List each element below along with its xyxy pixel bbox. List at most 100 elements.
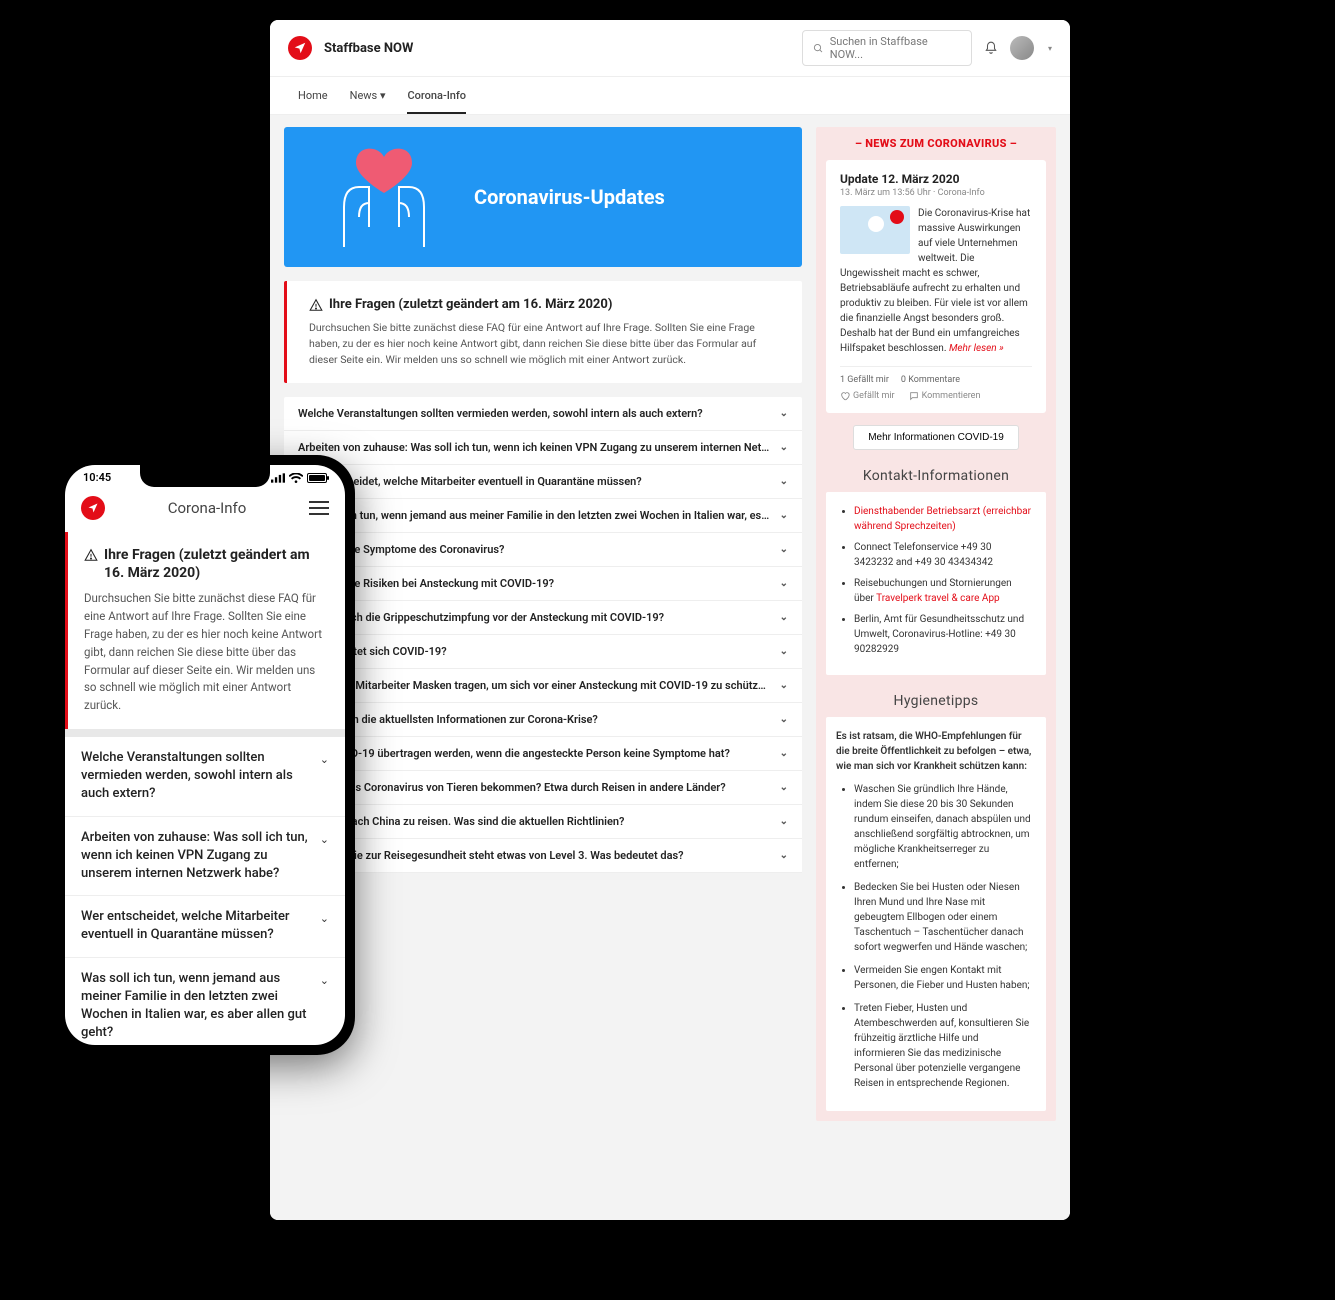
chevron-down-icon: ⌄ bbox=[780, 748, 788, 759]
heart-icon bbox=[840, 391, 850, 401]
app-logo-icon bbox=[288, 36, 312, 60]
chevron-down-icon: ⌄ bbox=[780, 782, 788, 793]
chevron-down-icon: ⌄ bbox=[780, 714, 788, 725]
search-input[interactable]: Suchen in Staffbase NOW... bbox=[802, 30, 972, 66]
hygiene-intro: Es ist ratsam, die WHO-Empfehlungen für … bbox=[836, 729, 1032, 774]
like-button[interactable]: Gefällt mir bbox=[840, 391, 895, 401]
hygiene-heading: Hygienetipps bbox=[826, 693, 1046, 709]
hygiene-tip: Treten Fieber, Husten und Atembeschwerde… bbox=[854, 1001, 1032, 1091]
signal-icon bbox=[271, 473, 285, 483]
nav-corona-info[interactable]: Corona-Info bbox=[407, 77, 466, 114]
chevron-down-icon: ⌄ bbox=[780, 476, 788, 487]
phone-divider bbox=[65, 729, 345, 737]
phone-faq-list: Welche Veranstaltungen sollten vermieden… bbox=[65, 737, 345, 1045]
phone-faq-intro: Ihre Fragen (zuletzt geändert am 16. Mär… bbox=[65, 532, 345, 729]
warning-icon bbox=[309, 298, 323, 312]
faq-list: Welche Veranstaltungen sollten vermieden… bbox=[284, 397, 802, 873]
faq-row[interactable]: Welche Veranstaltungen sollten vermieden… bbox=[284, 397, 802, 431]
chevron-down-icon: ⌄ bbox=[780, 680, 788, 691]
phone-notch bbox=[140, 465, 270, 487]
contact-link[interactable]: Travelperk travel & care App bbox=[876, 593, 1000, 604]
chevron-down-icon: ⌄ bbox=[780, 578, 788, 589]
faq-row[interactable]: Arbeiten von zuhause: Was soll ich tun, … bbox=[284, 431, 802, 465]
comment-icon bbox=[909, 391, 919, 401]
news-update-title: Update 12. März 2020 bbox=[840, 172, 1032, 186]
nav-news[interactable]: News ▾ bbox=[350, 77, 386, 114]
faq-row[interactable]: Kann COVID-19 übertragen werden, wenn di… bbox=[284, 737, 802, 771]
phone-faq-question-text: Was soll ich tun, wenn jemand aus meiner… bbox=[81, 970, 310, 1043]
chevron-down-icon: ⌄ bbox=[780, 850, 788, 861]
bell-icon[interactable] bbox=[984, 41, 998, 55]
phone-logo-icon[interactable] bbox=[81, 496, 105, 520]
phone-faq-intro-body: Durchsuchen Sie bitte zunächst diese FAQ… bbox=[84, 590, 329, 715]
faq-row[interactable]: Was soll ich tun, wenn jemand aus meiner… bbox=[284, 499, 802, 533]
phone-header: Corona-Info bbox=[65, 484, 345, 528]
phone-faq-row[interactable]: Wer entscheidet, welche Mitarbeiter even… bbox=[65, 896, 345, 957]
faq-row[interactable]: Was sind die Symptome des Coronavirus?⌄ bbox=[284, 533, 802, 567]
more-info-button[interactable]: Mehr Informationen COVID-19 bbox=[853, 425, 1019, 450]
faq-question-text: Die Warnlinie zur Reisegesundheit steht … bbox=[298, 849, 684, 862]
news-update-card: Update 12. März 2020 13. März um 13:56 U… bbox=[826, 160, 1046, 413]
contact-item: Connect Telefonservice +49 30 3423232 an… bbox=[854, 540, 1032, 570]
phone-faq-row[interactable]: Was soll ich tun, wenn jemand aus meiner… bbox=[65, 958, 345, 1045]
news-likes-count: 1 Gefällt mir bbox=[840, 375, 889, 385]
contact-section: Kontakt-Informationen Diensthabender Bet… bbox=[826, 468, 1046, 675]
avatar[interactable] bbox=[1010, 36, 1034, 60]
phone-frame: 10:45 Corona-Info Ihre Fragen (zuletzt g… bbox=[55, 455, 355, 1055]
warning-icon bbox=[84, 548, 98, 562]
phone-screen: 10:45 Corona-Info Ihre Fragen (zuletzt g… bbox=[65, 465, 345, 1045]
chevron-down-icon: ⌄ bbox=[320, 973, 329, 988]
main-nav: Home News ▾ Corona-Info bbox=[270, 77, 1070, 115]
hygiene-section: Hygienetipps Es ist ratsam, die WHO-Empf… bbox=[826, 693, 1046, 1111]
faq-question-text: Was soll ich tun, wenn jemand aus meiner… bbox=[298, 509, 772, 522]
news-update-meta: 13. März um 13:56 Uhr · Corona-Info bbox=[840, 188, 1032, 198]
wifi-icon bbox=[289, 473, 303, 483]
hygiene-tip: Waschen Sie gründlich Ihre Hände, indem … bbox=[854, 782, 1032, 872]
faq-question-text: Kann COVID-19 übertragen werden, wenn di… bbox=[298, 747, 730, 760]
faq-row[interactable]: Wer entscheidet, welche Mitarbeiter even… bbox=[284, 465, 802, 499]
chevron-down-icon: ⌄ bbox=[780, 646, 788, 657]
phone-faq-intro-title: Ihre Fragen (zuletzt geändert am 16. Mär… bbox=[104, 546, 329, 582]
chevron-down-icon: ⌄ bbox=[780, 544, 788, 555]
search-placeholder: Suchen in Staffbase NOW... bbox=[830, 35, 961, 61]
user-menu-caret-icon[interactable]: ▾ bbox=[1048, 44, 1052, 53]
page-body: Coronavirus-Updates Ihre Fragen (zuletzt… bbox=[270, 115, 1070, 1220]
desktop-window: Staffbase NOW Suchen in Staffbase NOW...… bbox=[270, 20, 1070, 1220]
hygiene-tip: Bedecken Sie bei Husten oder Niesen Ihre… bbox=[854, 880, 1032, 955]
app-header: Staffbase NOW Suchen in Staffbase NOW...… bbox=[270, 20, 1070, 77]
faq-question-text: Arbeiten von zuhause: Was soll ich tun, … bbox=[298, 441, 772, 454]
faq-row[interactable]: Schützt mich die Grippeschutzimpfung vor… bbox=[284, 601, 802, 635]
nav-home[interactable]: Home bbox=[298, 77, 328, 114]
hygiene-tip: Vermeiden Sie engen Kontakt mit Personen… bbox=[854, 963, 1032, 993]
news-comments-count: 0 Kommentare bbox=[901, 375, 960, 385]
faq-intro-title: Ihre Fragen (zuletzt geändert am 16. Mär… bbox=[329, 297, 612, 312]
hamburger-menu-icon[interactable] bbox=[309, 501, 329, 515]
faq-row[interactable]: Wie verbreitet sich COVID-19?⌄ bbox=[284, 635, 802, 669]
phone-faq-question-text: Wer entscheidet, welche Mitarbeiter even… bbox=[81, 908, 310, 944]
news-read-more-link[interactable]: Mehr lesen » bbox=[949, 343, 1004, 354]
news-thumb-icon bbox=[840, 206, 910, 254]
chevron-down-icon: ⌄ bbox=[320, 752, 329, 767]
contact-link[interactable]: Diensthabender Betriebsarzt (erreichbar … bbox=[854, 506, 1031, 532]
search-icon bbox=[813, 43, 824, 54]
comment-button[interactable]: Kommentieren bbox=[909, 391, 981, 401]
faq-row[interactable]: Die Warnlinie zur Reisegesundheit steht … bbox=[284, 839, 802, 873]
phone-faq-row[interactable]: Welche Veranstaltungen sollten vermieden… bbox=[65, 737, 345, 817]
news-sidebar-box: – NEWS ZUM CORONAVIRUS – Update 12. März… bbox=[816, 127, 1056, 1121]
phone-faq-row[interactable]: Arbeiten von zuhause: Was soll ich tun, … bbox=[65, 817, 345, 897]
faq-intro-body: Durchsuchen Sie bitte zunächst diese FAQ… bbox=[309, 320, 780, 367]
phone-faq-question-text: Arbeiten von zuhause: Was soll ich tun, … bbox=[81, 829, 310, 884]
battery-icon bbox=[307, 473, 327, 483]
app-title: Staffbase NOW bbox=[324, 41, 413, 56]
faq-question-text: Welche Veranstaltungen sollten vermieden… bbox=[298, 407, 703, 420]
faq-intro-card: Ihre Fragen (zuletzt geändert am 16. Mär… bbox=[284, 281, 802, 383]
faq-row[interactable]: Ich plane nach China zu reisen. Was sind… bbox=[284, 805, 802, 839]
chevron-down-icon: ⌄ bbox=[780, 612, 788, 623]
news-heading: – NEWS ZUM CORONAVIRUS – bbox=[826, 137, 1046, 150]
phone-page-title: Corona-Info bbox=[168, 499, 247, 517]
chevron-down-icon: ⌄ bbox=[320, 832, 329, 847]
faq-row[interactable]: Sollten alle Mitarbeiter Masken tragen, … bbox=[284, 669, 802, 703]
faq-row[interactable]: Was sind die Risiken bei Ansteckung mit … bbox=[284, 567, 802, 601]
faq-row[interactable]: Kann ich das Coronavirus von Tieren beko… bbox=[284, 771, 802, 805]
faq-row[interactable]: Wo finde ich die aktuellsten Information… bbox=[284, 703, 802, 737]
